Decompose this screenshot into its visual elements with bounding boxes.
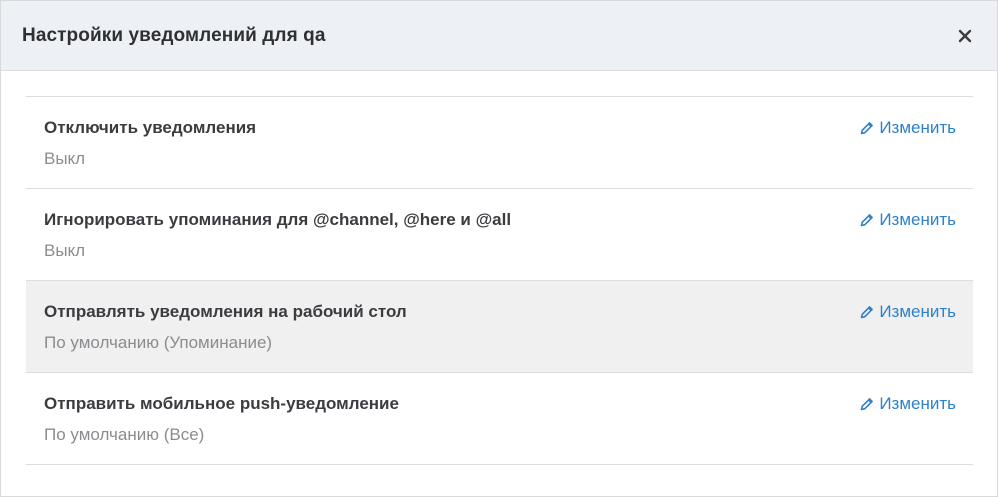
- setting-title: Отправлять уведомления на рабочий стол: [44, 302, 407, 321]
- edit-label: Изменить: [879, 210, 956, 229]
- modal-title: Настройки уведомлений для qa: [22, 24, 326, 46]
- notification-settings-modal: Настройки уведомлений для qa Отключить у…: [0, 0, 998, 497]
- settings-list: Отключить уведомления Выкл Изменить Игно…: [26, 96, 973, 465]
- setting-value: Выкл: [44, 149, 86, 168]
- pencil-icon: [860, 121, 874, 135]
- pencil-icon: [860, 305, 874, 319]
- setting-title: Отправить мобильное push-уведомление: [44, 394, 399, 413]
- edit-label: Изменить: [879, 118, 956, 137]
- edit-button[interactable]: Изменить: [860, 209, 956, 231]
- edit-button[interactable]: Изменить: [860, 301, 956, 323]
- setting-value: Выкл: [44, 241, 86, 260]
- setting-value: По умолчанию (Упоминание): [44, 333, 273, 352]
- setting-row-disable-notifications[interactable]: Отключить уведомления Выкл Изменить: [26, 97, 973, 189]
- edit-label: Изменить: [879, 394, 956, 413]
- modal-body: Отключить уведомления Выкл Изменить Игно…: [1, 71, 997, 465]
- edit-label: Изменить: [879, 302, 956, 321]
- setting-title: Отключить уведомления: [44, 118, 257, 137]
- edit-button[interactable]: Изменить: [860, 117, 956, 139]
- setting-value: По умолчанию (Все): [44, 425, 205, 444]
- edit-button[interactable]: Изменить: [860, 393, 956, 415]
- setting-row-desktop-notifications[interactable]: Отправлять уведомления на рабочий стол П…: [26, 281, 973, 373]
- close-icon: [958, 29, 972, 42]
- setting-row-mobile-push[interactable]: Отправить мобильное push-уведомление По …: [26, 373, 973, 465]
- modal-header: Настройки уведомлений для qa: [1, 1, 997, 71]
- close-button[interactable]: [955, 26, 975, 46]
- pencil-icon: [860, 213, 874, 227]
- setting-title: Игнорировать упоминания для @channel, @h…: [44, 210, 512, 229]
- pencil-icon: [860, 397, 874, 411]
- setting-row-ignore-channel-mentions[interactable]: Игнорировать упоминания для @channel, @h…: [26, 189, 973, 281]
